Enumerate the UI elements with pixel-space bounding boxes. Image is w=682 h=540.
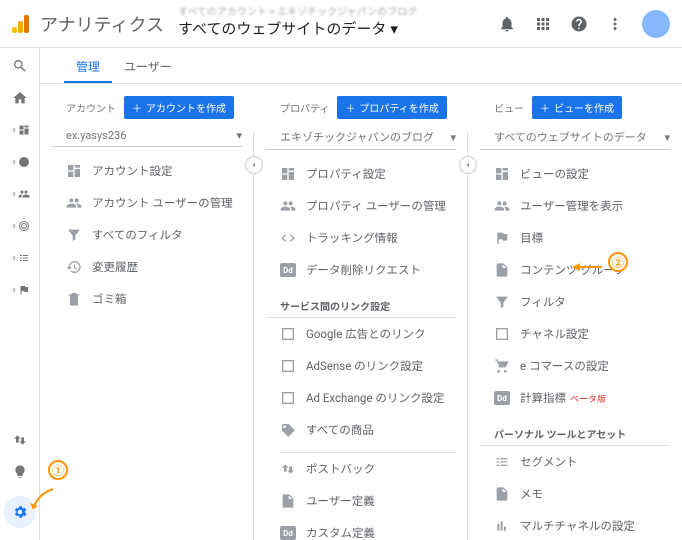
content-group-row[interactable]: コンテンツ グループ: [480, 254, 670, 286]
history-icon: [66, 259, 82, 275]
app-header: アナリティクス すべてのアカウント > エキゾチックジャパンのブログ すべてのウ…: [0, 0, 682, 48]
view-label: ビュー: [494, 100, 524, 115]
more-vert-icon[interactable]: [606, 15, 624, 33]
filter-icon: [66, 227, 82, 243]
postback-icon: [280, 461, 296, 477]
nav-conversion-icon[interactable]: [10, 282, 30, 298]
collapse-account-button[interactable]: [245, 156, 263, 174]
dd-icon: Dd: [494, 391, 510, 405]
chevron-left-icon: [249, 160, 259, 170]
apps-grid-icon[interactable]: [534, 15, 552, 33]
settings-tile-icon: [66, 163, 82, 179]
collapse-property-button[interactable]: [459, 156, 477, 174]
google-ads-link-row[interactable]: Google 広告とのリンク: [266, 318, 456, 350]
multichannel-row[interactable]: マルチチャネルの設定: [480, 510, 670, 540]
settings-tile-icon: [494, 166, 510, 182]
channel-icon: [494, 326, 510, 342]
data-delete-row[interactable]: Ddデータ削除リクエスト: [266, 254, 456, 286]
tab-admin[interactable]: 管理: [64, 48, 112, 83]
segment-row[interactable]: セグメント: [480, 446, 670, 478]
personal-tools-header: パーソナル ツールとアセット: [480, 420, 670, 446]
create-property-button[interactable]: ＋プロパティを作成: [337, 96, 446, 119]
account-settings-row[interactable]: アカウント設定: [52, 155, 242, 187]
users-icon: [494, 198, 510, 214]
view-users-row[interactable]: ユーザー管理を表示: [480, 190, 670, 222]
search-icon[interactable]: [12, 58, 28, 74]
nav-acquisition-icon[interactable]: [10, 218, 30, 234]
ga-logo-icon: [12, 15, 30, 33]
property-selector[interactable]: エキゾチックジャパンのブログ▾: [266, 125, 456, 150]
memo-icon: [494, 486, 510, 502]
calc-metric-row[interactable]: Dd計算指標ベータ版: [480, 382, 670, 414]
tag-icon: [280, 422, 296, 438]
users-icon: [66, 195, 82, 211]
flag-icon: [494, 230, 510, 246]
adsense-icon: [280, 358, 296, 374]
home-icon[interactable]: [12, 90, 28, 106]
chart-icon: [494, 518, 510, 534]
custom-def-row[interactable]: Ddカスタム定義: [266, 517, 456, 540]
adx-link-row[interactable]: Ad Exchange のリンク設定: [266, 382, 456, 414]
create-account-button[interactable]: ＋アカウントを作成: [124, 96, 234, 119]
memo-row[interactable]: メモ: [480, 478, 670, 510]
nav-custom-icon[interactable]: [10, 122, 30, 138]
ads-icon: [280, 326, 296, 342]
adx-icon: [280, 390, 296, 406]
settings-tile-icon: [280, 166, 296, 182]
trash-icon: [66, 291, 82, 307]
adsense-link-row[interactable]: AdSense のリンク設定: [266, 350, 456, 382]
code-icon: [280, 230, 296, 246]
tracking-info-row[interactable]: トラッキング情報: [266, 222, 456, 254]
column-view: ビュー ＋ビューを作成 すべてのウェブサイトのデータ▾ ビューの設定 ユーザー管…: [468, 96, 682, 540]
dd-icon: Dd: [280, 526, 296, 540]
cart-icon: [494, 358, 510, 374]
column-property: プロパティ ＋プロパティを作成 エキゾチックジャパンのブログ▾ プロパティ設定 …: [254, 96, 468, 540]
nav-audience-icon[interactable]: [10, 186, 30, 202]
goals-row[interactable]: 目標: [480, 222, 670, 254]
attribution-icon[interactable]: [12, 432, 28, 448]
current-view-label: すべてのウェブサイトのデータ: [178, 18, 386, 39]
account-history-row[interactable]: 変更履歴: [52, 251, 242, 283]
view-selector[interactable]: すべてのアカウント > エキゾチックジャパンのブログ すべてのウェブサイトのデー…: [178, 4, 498, 43]
property-users-row[interactable]: プロパティ ユーザーの管理: [266, 190, 456, 222]
channel-row[interactable]: チャネル設定: [480, 318, 670, 350]
postback-row[interactable]: ポストバック: [266, 453, 456, 485]
content-icon: [494, 262, 510, 278]
app-title: アナリティクス: [40, 11, 164, 37]
dropdown-icon: ▾: [390, 20, 398, 38]
userdef-icon: [280, 493, 296, 509]
property-label: プロパティ: [280, 100, 329, 115]
account-trash-row[interactable]: ゴミ箱: [52, 283, 242, 315]
nav-realtime-icon[interactable]: [10, 154, 30, 170]
property-settings-row[interactable]: プロパティ設定: [266, 158, 456, 190]
create-view-button[interactable]: ＋ビューを作成: [532, 96, 622, 119]
account-users-row[interactable]: アカウント ユーザーの管理: [52, 187, 242, 219]
ecommerce-row[interactable]: e コマースの設定: [480, 350, 670, 382]
admin-tabs: 管理 ユーザー: [40, 48, 682, 84]
help-icon[interactable]: [570, 15, 588, 33]
users-icon: [280, 198, 296, 214]
discover-icon[interactable]: [12, 464, 28, 480]
column-account: アカウント ＋アカウントを作成 ex.yasys236▾ アカウント設定 アカウ…: [40, 96, 254, 540]
account-selector[interactable]: ex.yasys236▾: [52, 125, 242, 147]
view-filter-row[interactable]: フィルタ: [480, 286, 670, 318]
all-products-row[interactable]: すべての商品: [266, 414, 456, 446]
segment-icon: [494, 454, 510, 470]
account-filters-row[interactable]: すべてのフィルタ: [52, 219, 242, 251]
nav-behavior-icon[interactable]: [10, 250, 30, 266]
tab-users[interactable]: ユーザー: [112, 48, 184, 83]
view-breadcrumb: すべてのアカウント > エキゾチックジャパンのブログ: [178, 8, 498, 18]
dd-icon: Dd: [280, 263, 296, 277]
account-avatar[interactable]: [642, 10, 670, 38]
admin-gear-button[interactable]: [4, 496, 36, 528]
filter-icon: [494, 294, 510, 310]
view-column-selector[interactable]: すべてのウェブサイトのデータ▾: [480, 125, 670, 150]
view-settings-row[interactable]: ビューの設定: [480, 158, 670, 190]
bell-icon[interactable]: [498, 15, 516, 33]
chevron-left-icon: [463, 160, 473, 170]
account-label: アカウント: [66, 100, 116, 115]
service-links-header: サービス間のリンク設定: [266, 292, 456, 318]
left-nav: [0, 48, 40, 540]
user-def-row[interactable]: ユーザー定義: [266, 485, 456, 517]
